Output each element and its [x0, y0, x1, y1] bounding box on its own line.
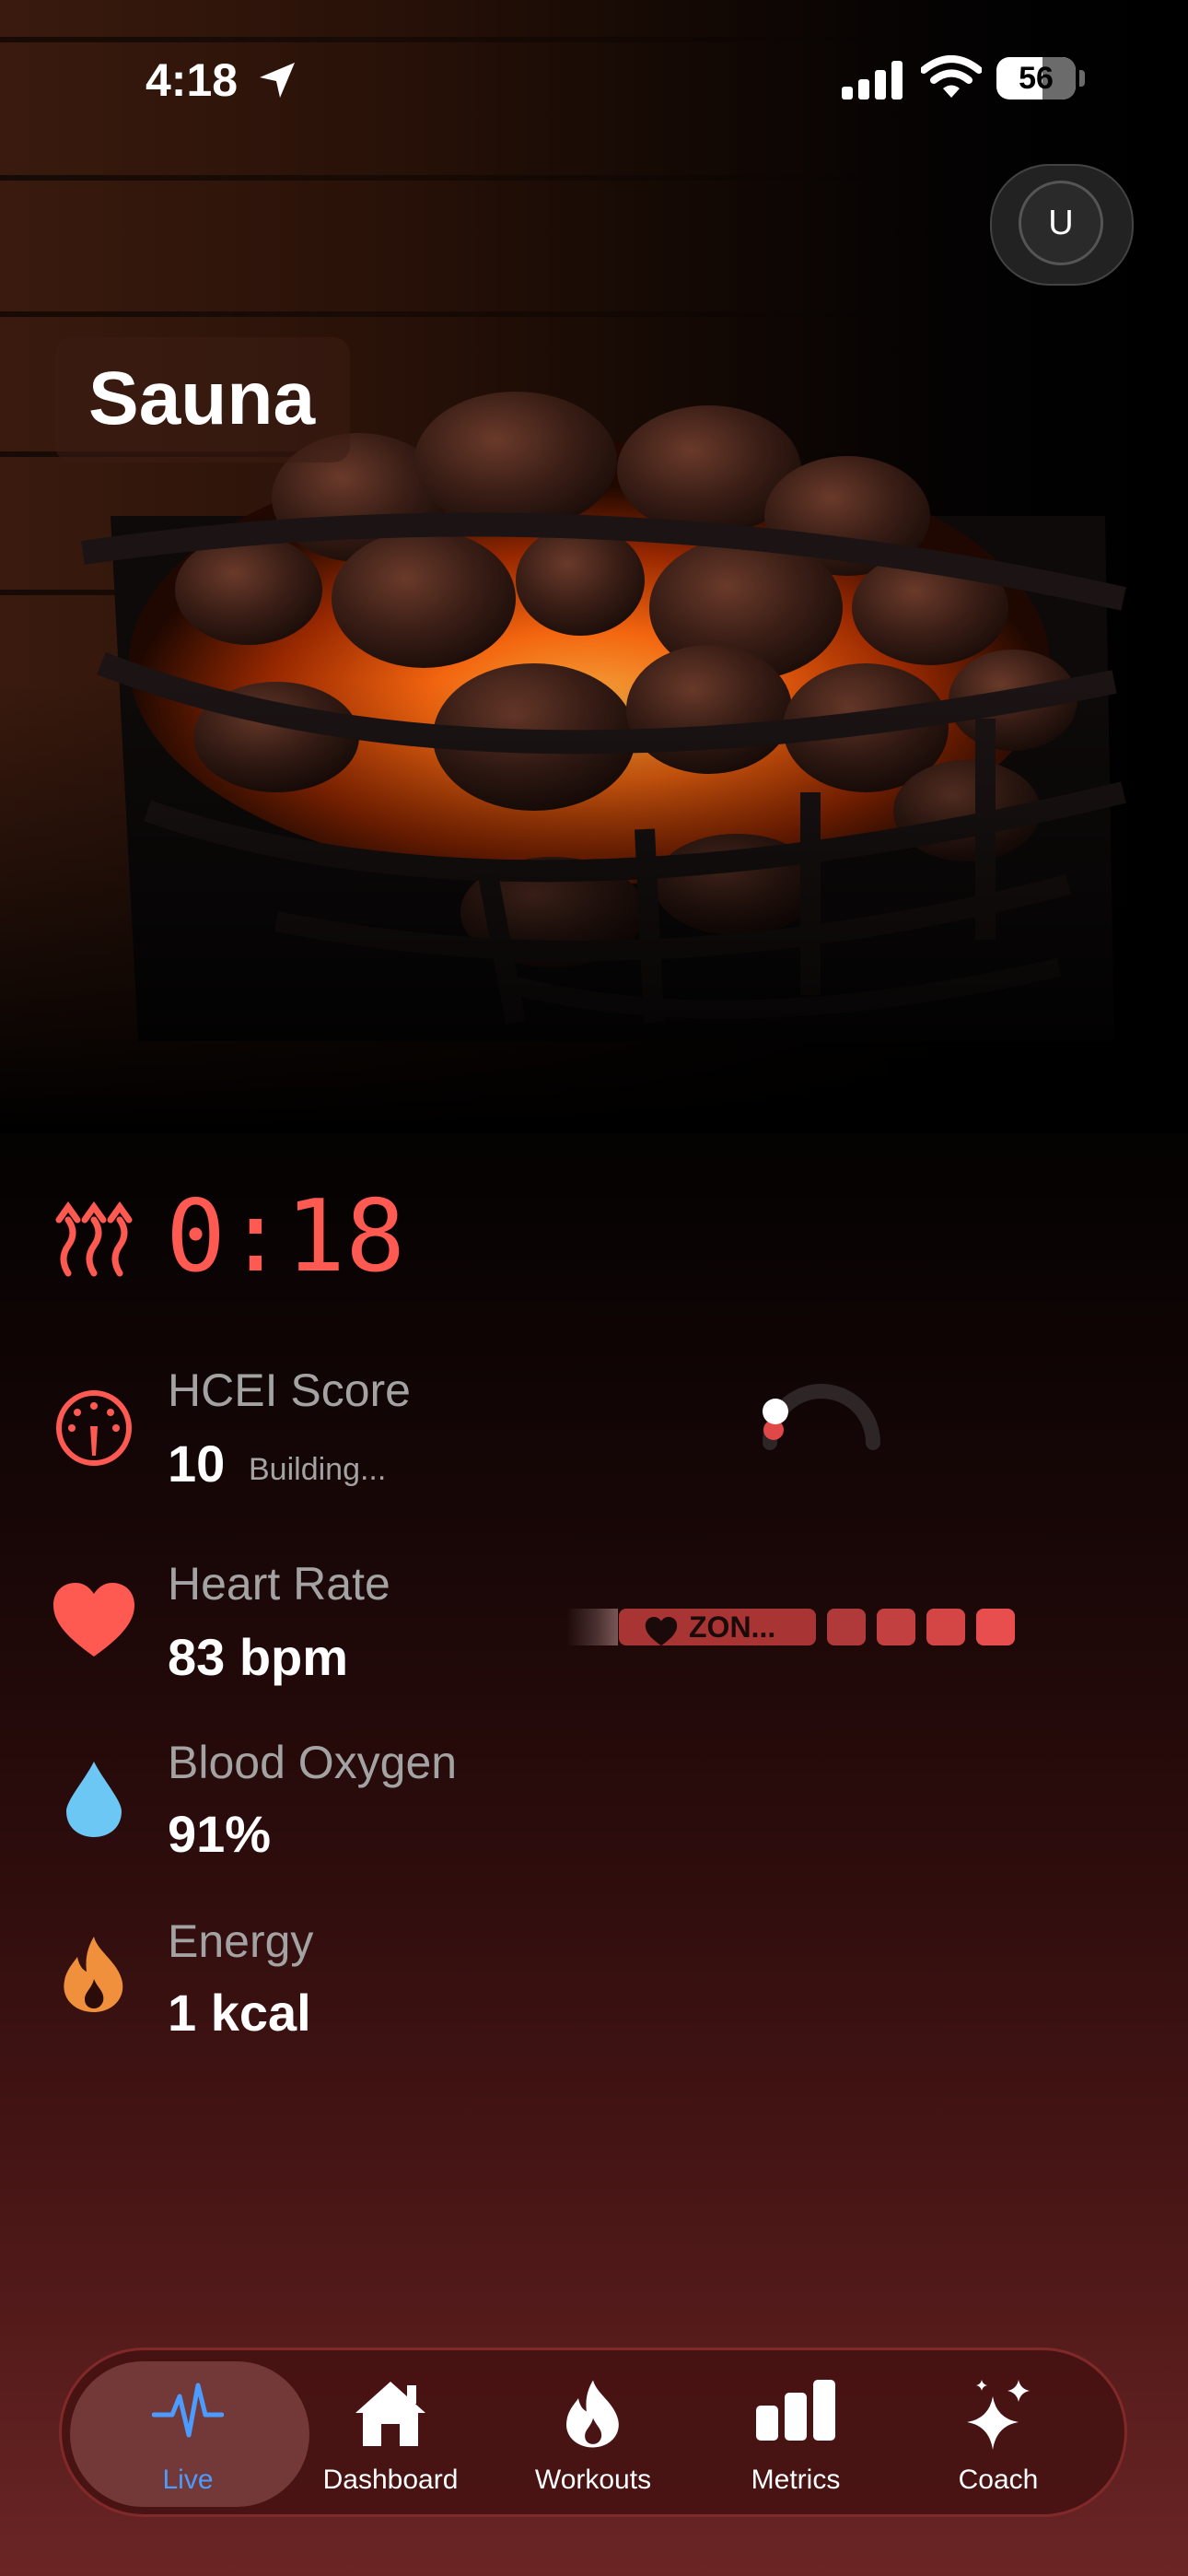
- zone-segment: [827, 1609, 866, 1645]
- location-arrow-icon: [260, 63, 295, 98]
- water-drop-icon: [66, 1762, 122, 1837]
- session-timer: 0:18: [166, 1179, 406, 1294]
- heart-rate-label: Heart Rate: [168, 1558, 390, 1610]
- tab-coach-label: Coach: [958, 2465, 1039, 2495]
- tab-coach[interactable]: Coach: [897, 2361, 1100, 2507]
- energy-label: Energy: [168, 1915, 314, 1967]
- heart-icon: [645, 1617, 678, 1646]
- tab-dashboard-label: Dashboard: [322, 2465, 459, 2495]
- heat-waves-icon: [55, 1200, 133, 1277]
- tab-metrics-label: Metrics: [751, 2465, 841, 2495]
- heart-rate-value: 83 bpm: [168, 1628, 349, 1686]
- heart-icon: [53, 1583, 134, 1657]
- energy-value: 1 kcal: [168, 1984, 311, 2042]
- hcei-score-label: HCEI Score: [168, 1364, 411, 1416]
- battery-icon: 56: [996, 57, 1076, 100]
- heart-zone-pill[interactable]: ZON...: [619, 1609, 816, 1646]
- zone-segment: [926, 1609, 965, 1645]
- page-title: Sauna: [88, 357, 316, 440]
- status-time: 4:18: [146, 54, 239, 106]
- flame-icon: [64, 1937, 123, 2012]
- tab-dashboard[interactable]: Dashboard: [289, 2361, 492, 2507]
- zone-bar-fade: [566, 1609, 618, 1645]
- tab-live[interactable]: Live: [87, 2361, 289, 2507]
- tab-workouts[interactable]: Workouts: [492, 2361, 694, 2507]
- house-icon: [355, 2382, 425, 2446]
- flame-icon: [566, 2380, 619, 2448]
- app-screen: 4:18 56 U Sauna 0:18 HCEI Score 10 Build…: [0, 0, 1188, 2576]
- sparkles-icon: [967, 2380, 1030, 2450]
- tab-metrics[interactable]: Metrics: [694, 2361, 897, 2507]
- hcei-score-value: 10: [168, 1434, 226, 1493]
- tab-live-label: Live: [162, 2465, 214, 2495]
- sauna-hero-image: [0, 0, 1188, 1133]
- heartbeat-icon: [151, 2383, 225, 2438]
- gauge-icon: [56, 1390, 132, 1466]
- tab-workouts-label: Workouts: [534, 2465, 652, 2495]
- hcei-gauge: [763, 1384, 880, 1450]
- battery-level: 56: [1019, 61, 1054, 96]
- zone-label: ZON...: [689, 1610, 776, 1644]
- blood-oxygen-value: 91%: [168, 1805, 272, 1863]
- blood-oxygen-label: Blood Oxygen: [168, 1737, 458, 1788]
- zone-segment: [976, 1609, 1015, 1645]
- avatar[interactable]: U: [1019, 181, 1103, 265]
- zone-segment: [877, 1609, 915, 1645]
- hcei-score-status: Building...: [249, 1452, 387, 1487]
- bar-chart-icon: [756, 2380, 835, 2441]
- cellular-signal-icon: [842, 61, 903, 100]
- wifi-icon: [921, 55, 982, 98]
